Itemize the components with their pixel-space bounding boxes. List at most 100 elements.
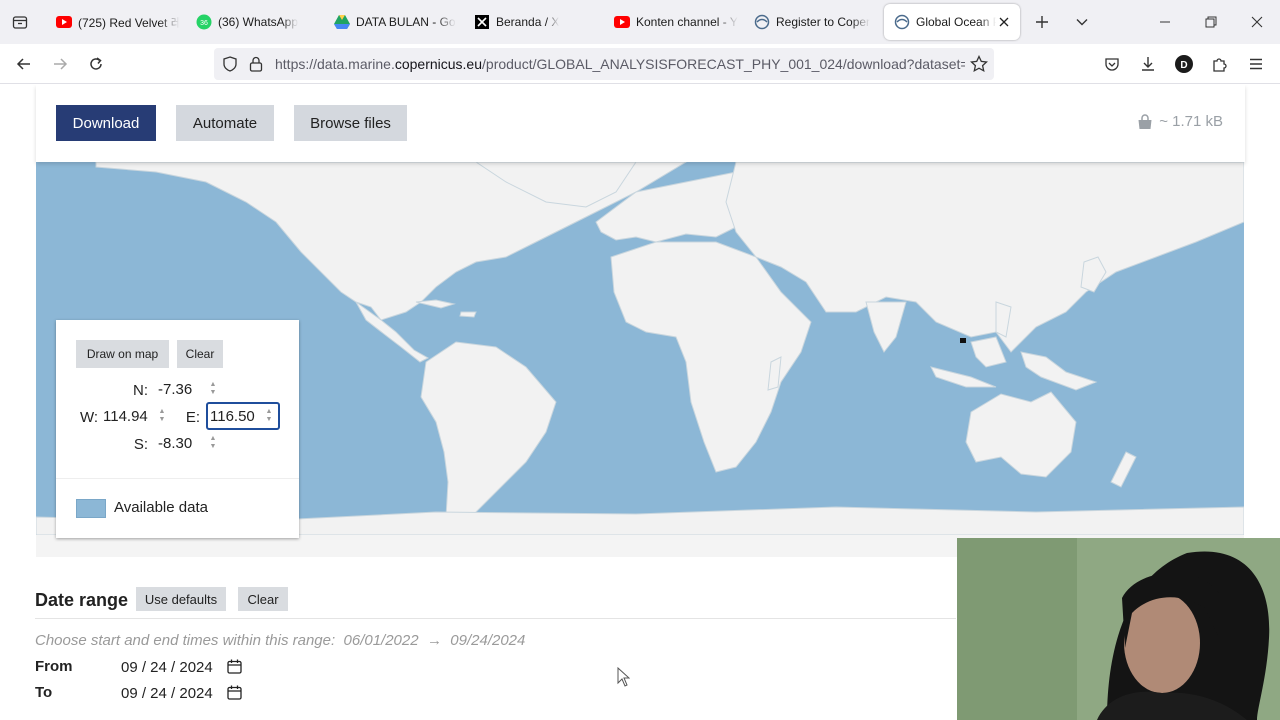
url-domain: copernicus.eu	[394, 56, 483, 72]
date-range-heading: Date range	[35, 590, 129, 610]
forward-button[interactable]	[48, 52, 72, 76]
range-end: 09/24/2024	[450, 632, 526, 649]
close-tab-icon[interactable]	[996, 14, 1012, 30]
south-value: -8.30	[158, 434, 193, 452]
north-input[interactable]: -7.36 ▲ ▼	[156, 377, 222, 401]
navigation-toolbar: https://data.marine.copernicus.eu/produc…	[0, 44, 1280, 84]
browser-tab[interactable]: Konten channel - Y	[604, 4, 738, 40]
chevron-down-icon	[1076, 19, 1088, 26]
plus-icon	[1036, 16, 1048, 28]
to-date-input[interactable]: 09 / 24 / 2024	[114, 681, 248, 705]
hint-prefix: Choose start and end times within this r…	[35, 632, 336, 649]
tab-title: (725) Red Velvet 레	[78, 15, 180, 30]
range-arrow: →	[426, 632, 442, 649]
from-date-input[interactable]: 09 / 24 / 2024	[114, 655, 248, 679]
browser-tab[interactable]: (725) Red Velvet 레	[46, 4, 180, 40]
arrow-right-icon	[54, 58, 68, 70]
downloads-button[interactable]	[1136, 52, 1160, 76]
date-range-hint: Choose start and end times within this r…	[35, 632, 525, 649]
west-label: W:	[79, 409, 98, 426]
tab-overflow-button[interactable]	[1070, 10, 1094, 34]
url-text[interactable]: https://data.marine.copernicus.eu/produc…	[275, 56, 965, 72]
east-value: 116.50	[210, 407, 255, 425]
selected-area-marker	[960, 338, 966, 343]
url-prefix: https://data.marine.	[275, 56, 395, 72]
tab-title: DATA BULAN - Go	[356, 15, 456, 29]
lock-icon[interactable]	[249, 56, 263, 77]
clear-dates-button[interactable]: Clear	[238, 587, 288, 611]
calendar-icon[interactable]	[227, 659, 242, 678]
new-zealand-islands	[1110, 451, 1137, 488]
app-menu-button[interactable]	[1244, 52, 1268, 76]
use-defaults-button[interactable]: Use defaults	[136, 587, 226, 611]
pocket-button[interactable]	[1100, 52, 1124, 76]
browser-tab[interactable]: 36 (36) WhatsApp	[186, 4, 320, 40]
north-spinner-icon[interactable]: ▲ ▼	[208, 381, 218, 397]
clear-bbox-button[interactable]: Clear	[177, 340, 223, 368]
east-label: E:	[185, 409, 200, 426]
west-spinner-icon[interactable]: ▲ ▼	[157, 408, 167, 424]
panel-divider	[56, 478, 299, 479]
minimize-button[interactable]	[1150, 10, 1180, 34]
date-range-divider	[35, 618, 956, 619]
copernicus-icon	[894, 14, 910, 30]
account-avatar[interactable]: D	[1172, 52, 1196, 76]
south-input[interactable]: -8.30 ▲ ▼	[156, 431, 222, 455]
download-icon	[1142, 57, 1154, 71]
tab-title: Global Ocean P	[916, 15, 996, 29]
from-label: From	[35, 658, 73, 675]
youtube-icon	[56, 14, 72, 30]
legend-swatch	[76, 499, 106, 518]
svg-text:D: D	[1180, 60, 1187, 71]
account-icon: D	[1175, 55, 1193, 73]
browser-tab[interactable]: Register to Coper	[744, 4, 878, 40]
to-label: To	[35, 684, 53, 701]
south-spinner-icon[interactable]: ▲ ▼	[208, 435, 218, 451]
pocket-icon	[1105, 58, 1119, 71]
calendar-icon[interactable]	[227, 685, 242, 704]
arrow-left-icon	[16, 58, 30, 70]
australia-landmass	[965, 391, 1077, 478]
tab-title: Register to Coper	[776, 15, 871, 29]
draw-on-map-button[interactable]: Draw on map	[76, 340, 169, 368]
back-button[interactable]	[12, 52, 36, 76]
google-drive-icon	[334, 14, 350, 30]
address-bar[interactable]: https://data.marine.copernicus.eu/produc…	[214, 48, 994, 80]
tracking-protection-shield-icon[interactable]	[222, 56, 238, 77]
to-date-value: 09 / 24 / 2024	[121, 684, 213, 702]
extensions-button[interactable]	[1208, 52, 1232, 76]
south-label: S:	[133, 436, 148, 453]
list-all-tabs-button[interactable]	[8, 10, 32, 34]
from-date-value: 09 / 24 / 2024	[121, 658, 213, 676]
restore-icon	[1205, 16, 1217, 28]
browser-tab-active[interactable]: Global Ocean P	[884, 4, 1020, 40]
hamburger-menu-icon	[1250, 58, 1262, 70]
new-tab-button[interactable]	[1030, 10, 1054, 34]
minimize-icon	[1160, 21, 1170, 23]
close-icon	[1251, 16, 1263, 28]
browse-files-button[interactable]: Browse files	[294, 105, 407, 141]
north-value: -7.36	[158, 380, 193, 398]
south-america-landmass	[420, 341, 557, 533]
west-value: 114.94	[103, 407, 148, 425]
caribbean-islands	[415, 299, 477, 318]
bookmark-star-icon[interactable]	[970, 54, 988, 78]
legend-label: Available data	[114, 499, 208, 516]
reload-button[interactable]	[84, 52, 108, 76]
x-icon	[474, 14, 490, 30]
restore-button[interactable]	[1196, 10, 1226, 34]
west-input[interactable]: 114.94 ▲ ▼	[101, 404, 171, 428]
mouse-cursor	[617, 666, 631, 692]
tab-title: Beranda / X	[496, 15, 560, 29]
east-input[interactable]: 116.50 ▲ ▼	[206, 402, 280, 430]
east-spinner-icon[interactable]: ▲ ▼	[264, 408, 274, 424]
browser-tab[interactable]: DATA BULAN - Go	[324, 4, 458, 40]
close-window-button[interactable]	[1242, 10, 1272, 34]
automate-button[interactable]: Automate	[176, 105, 274, 141]
copernicus-icon	[754, 14, 770, 30]
india-landmass	[865, 301, 907, 353]
browser-tab[interactable]: Beranda / X	[464, 4, 598, 40]
download-button[interactable]: Download	[56, 105, 156, 141]
bounding-box-panel: Draw on map Clear N: -7.36 ▲ ▼ W: 114.94 …	[56, 320, 299, 538]
download-toolbar: Download Automate Browse files ~ 1.71 kB	[36, 85, 1245, 162]
